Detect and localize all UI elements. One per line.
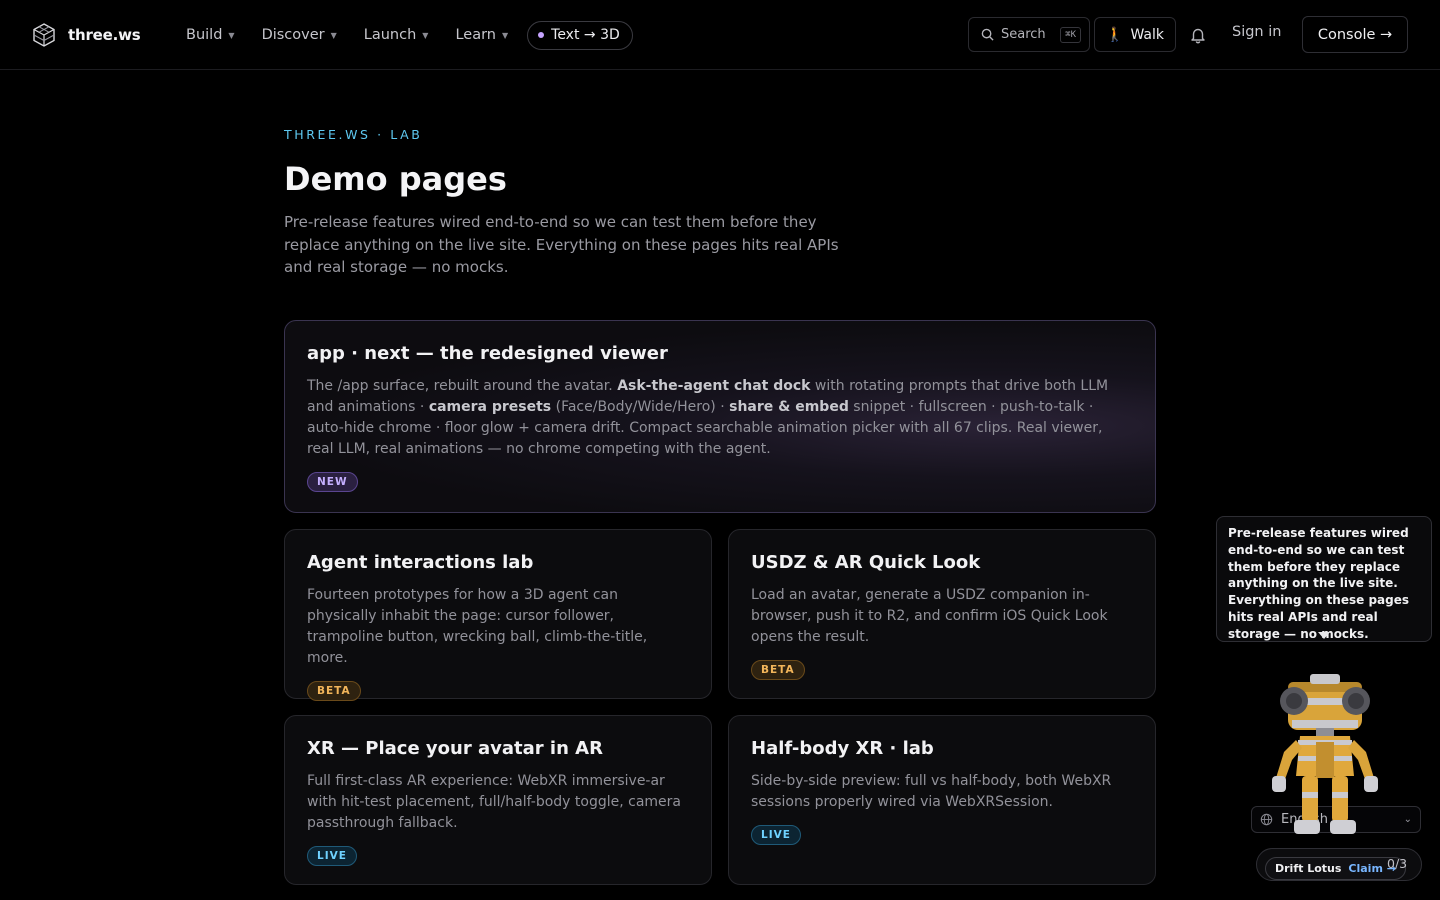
card-description: Side-by-side preview: full vs half-body,… [751, 773, 1112, 810]
nav-build[interactable]: Build ▼ [186, 27, 235, 43]
search-shortcut-hint: ⌘K [1060, 26, 1081, 43]
chevron-down-icon: ▼ [422, 30, 429, 40]
desc-highlight: Ask-the-agent chat dock [617, 378, 811, 394]
nav-discover[interactable]: Discover ▼ [262, 27, 337, 43]
search-button[interactable]: Search ⌘K [968, 17, 1090, 52]
page-title: Demo pages [284, 160, 507, 198]
card-title: app · next — the redesigned viewer [307, 343, 668, 364]
walk-button[interactable]: 🚶 Walk [1094, 17, 1176, 52]
card-title: Agent interactions lab [307, 552, 534, 573]
card-title: USDZ & AR Quick Look [751, 552, 981, 573]
status-badge: LIVE [751, 825, 801, 845]
logo-icon [33, 23, 55, 47]
text-to-3d-button[interactable]: Text → 3D [527, 20, 633, 50]
section-eyebrow: THREE.WS · LAB [284, 127, 423, 142]
chevron-down-icon: ▼ [501, 30, 509, 40]
nav-learn-label: Learn [455, 27, 496, 43]
featured-demo-card[interactable]: app · next — the redesigned viewer The /… [284, 320, 1156, 513]
chevron-down-icon: ▼ [330, 30, 337, 40]
quest-progress-count: 0/3 [1387, 856, 1408, 871]
status-badge: LIVE [307, 846, 357, 866]
desc-text: (Face/Body/Wide/Hero) · [551, 399, 730, 415]
status-dot-icon [538, 32, 545, 38]
top-nav-bar: three.ws Build ▼ Discover ▼ Launch ▼ Lea… [0, 0, 1440, 70]
demo-card-xr-place[interactable]: XR — Place your avatar in AR Full first-… [284, 715, 712, 885]
quest-claim-chip[interactable]: Drift Lotus Claim → [1265, 857, 1406, 880]
card-description: Full first-class AR experience: WebXR im… [307, 773, 681, 831]
status-badge: BETA [307, 681, 361, 701]
brand-name: three.ws [68, 26, 141, 44]
nav-launch[interactable]: Launch ▼ [364, 27, 429, 43]
card-description: Fourteen prototypes for how a 3D agent c… [307, 587, 648, 666]
walking-person-icon: 🚶 [1106, 26, 1124, 43]
desc-highlight: share & embed [729, 399, 849, 415]
robot-avatar[interactable] [1258, 668, 1390, 840]
nav-build-label: Build [186, 27, 223, 43]
card-description: The /app surface, rebuilt around the ava… [307, 376, 1133, 460]
quest-name: Drift Lotus [1275, 862, 1342, 875]
text-to-3d-label: Text → 3D [551, 27, 620, 43]
console-button[interactable]: Console → [1302, 16, 1408, 53]
brand-logo-link[interactable]: three.ws [32, 23, 141, 47]
chevron-down-icon: ⌄ [1403, 814, 1412, 825]
nav-launch-label: Launch [363, 27, 417, 43]
sign-in-link[interactable]: Sign in [1232, 24, 1281, 40]
search-label: Search [1001, 27, 1046, 42]
avatar-speech-bubble: Pre-release features wired end-to-end so… [1216, 516, 1432, 642]
demo-card-half-body-xr[interactable]: Half-body XR · lab Side-by-side preview:… [728, 715, 1156, 885]
status-badge: BETA [751, 660, 805, 680]
speech-bubble-arrow [1318, 632, 1330, 639]
page-description: Pre-release features wired end-to-end so… [284, 213, 839, 277]
desc-text: The /app surface, rebuilt around the ava… [307, 378, 618, 394]
desc-highlight: camera presets [428, 399, 552, 415]
demo-card-usdz-ar[interactable]: USDZ & AR Quick Look Load an avatar, gen… [728, 529, 1156, 699]
demo-card-agent-interactions[interactable]: Agent interactions lab Fourteen prototyp… [284, 529, 712, 701]
card-description: Load an avatar, generate a USDZ companio… [751, 587, 1108, 645]
main-nav: Build ▼ Discover ▼ Launch ▼ Learn ▼ Text… [186, 20, 633, 50]
chevron-down-icon: ▼ [228, 30, 235, 40]
card-title: Half-body XR · lab [751, 738, 934, 759]
search-icon [981, 28, 994, 41]
nav-discover-label: Discover [261, 27, 325, 43]
bell-icon[interactable] [1189, 26, 1207, 44]
card-title: XR — Place your avatar in AR [307, 738, 603, 759]
status-badge: NEW [307, 472, 358, 492]
nav-learn[interactable]: Learn ▼ [455, 27, 508, 43]
walk-label: Walk [1130, 26, 1164, 43]
